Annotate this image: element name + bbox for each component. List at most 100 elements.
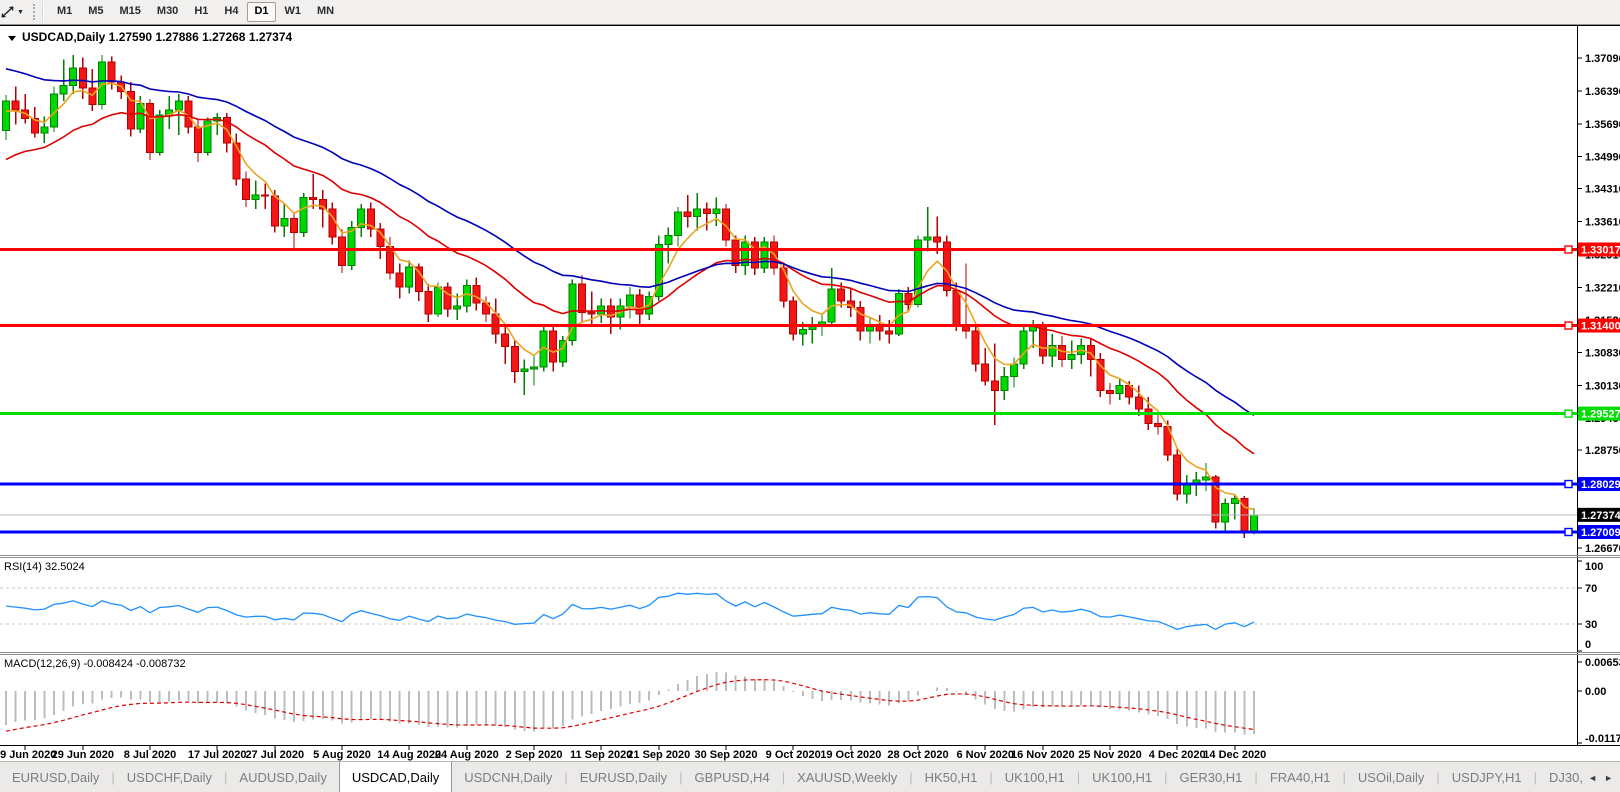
date-tick-label: 16 Nov 2020	[1011, 749, 1075, 761]
chart-tab-xauusd-weekly[interactable]: XAUUSD,Weekly	[785, 762, 909, 792]
date-tick-label: 25 Nov 2020	[1078, 749, 1142, 761]
chart-area[interactable]: 1.37090 1.36390 1.35690 1.34990 1.34310 1.336…	[0, 0, 1620, 761]
date-tick-label: 30 Sep 2020	[695, 749, 758, 761]
timeframe-button-MN[interactable]: MN	[310, 2, 341, 21]
timeframe-button-D1[interactable]: D1	[247, 2, 276, 22]
diagonal-arrow-icon[interactable]	[1, 4, 16, 20]
candle	[98, 55, 106, 110]
date-tick-label: 28 Oct 2020	[887, 749, 948, 761]
chart-title: USDCAD,Daily 1.27590 1.27886 1.27268 1.2…	[8, 30, 293, 44]
macd-axis-label: 0.00	[1585, 686, 1606, 698]
svg-text:1.27374: 1.27374	[1581, 510, 1620, 522]
dropdown-caret-icon[interactable]: ▼	[17, 9, 24, 16]
svg-text:1.27009: 1.27009	[1581, 527, 1620, 539]
candle	[1096, 352, 1105, 398]
line-anchor-marker[interactable]	[1564, 245, 1573, 254]
date-tick-label: 19 Oct 2020	[820, 749, 881, 761]
chart-tab-hk50-h1[interactable]: HK50,H1	[913, 762, 990, 792]
date-tick-label: 24 Aug 2020	[435, 749, 499, 761]
hline-price-label: 1.33017	[1578, 242, 1620, 257]
rsi-axis-label: 100	[1585, 561, 1603, 573]
timeframe-button-M1[interactable]: M1	[50, 2, 79, 21]
candle	[558, 335, 567, 367]
toolbar-separator	[41, 2, 44, 22]
line-anchor-marker[interactable]	[1564, 409, 1573, 418]
macd-axis-label: 0.006535	[1585, 657, 1620, 669]
chart-tab-uk100-h1[interactable]: UK100,H1	[993, 762, 1077, 792]
price-tick-label: 1.36390	[1585, 86, 1620, 98]
timeframe-button-M30[interactable]: M30	[150, 2, 185, 21]
toolbar-grip[interactable]	[32, 4, 38, 20]
mt4-window: ▼ M1M5M15M30H1H4D1W1MN 1.370901.363901.3…	[0, 0, 1620, 792]
hline-price-label: 1.27009	[1578, 525, 1620, 540]
timeframe-button-M5[interactable]: M5	[81, 2, 110, 21]
date-tick-label: 27 Jul 2020	[245, 749, 304, 761]
price-tick-label: 1.26670	[1585, 543, 1620, 555]
chart-tab-usdcad-daily[interactable]: USDCAD,Daily	[338, 762, 453, 792]
chart-tab-usdjpy-h1[interactable]: USDJPY,H1	[1440, 762, 1534, 792]
date-tick-label: 11 Sep 2020	[570, 749, 632, 761]
chart-tabs: EURUSD,Daily | USDCHF,Daily | AUDUSD,Daily US…	[0, 762, 1584, 792]
hline-price-label: 1.31400	[1578, 318, 1620, 333]
chart-tab-usdcnh-daily[interactable]: USDCNH,Daily	[452, 762, 564, 792]
candle	[203, 117, 212, 156]
hline-price-label: 1.28029	[1578, 477, 1620, 492]
macd-label: MACD(12,26,9) -0.008424 -0.008732	[4, 658, 186, 670]
chart-tab-gbpusd-h4[interactable]: GBPUSD,H4	[683, 762, 782, 792]
candle	[760, 237, 769, 273]
price-tick-label: 1.30130	[1585, 380, 1620, 392]
timeframe-button-M15[interactable]: M15	[113, 2, 148, 21]
price-tick-label: 1.30830	[1585, 347, 1620, 359]
rsi-axis-label: 0	[1585, 639, 1591, 651]
price-tick-label: 1.28750	[1585, 445, 1620, 457]
chart-tab-bar: EURUSD,Daily | USDCHF,Daily | AUDUSD,Daily US…	[0, 761, 1620, 792]
price-tick-label: 1.35690	[1585, 119, 1620, 131]
line-anchor-marker[interactable]	[1564, 479, 1573, 489]
candle	[894, 288, 903, 336]
candle	[1019, 326, 1028, 369]
tab-scroll-left-icon[interactable]: ◄	[1588, 773, 1597, 783]
svg-text:1.31400: 1.31400	[1581, 321, 1620, 333]
date-tick-label: 4 Dec 2020	[1149, 749, 1206, 761]
date-tick-label: 9 Oct 2020	[766, 749, 821, 761]
tab-scroll-buttons: ◄ ►	[1584, 762, 1620, 792]
date-tick-label: 5 Aug 2020	[313, 749, 371, 761]
date-tick-label: 17 Jul 2020	[188, 749, 247, 761]
price-tick-label: 1.37090	[1585, 53, 1620, 65]
date-tick-label: 6 Nov 2020	[956, 749, 1013, 761]
rsi-label: RSI(14) 32.5024	[4, 561, 85, 573]
chart-background	[0, 24, 1620, 761]
price-tick-label: 1.34990	[1585, 152, 1620, 164]
chart-tab-eurusd-daily[interactable]: EURUSD,Daily	[568, 762, 679, 792]
current-price-label: 1.27374	[1578, 507, 1620, 522]
candle	[568, 279, 577, 346]
macd-axis-label: -0.011768	[1585, 733, 1620, 745]
timeframe-button-W1[interactable]: W1	[278, 2, 309, 21]
chart-tab-audusd-daily[interactable]: AUDUSD,Daily	[227, 762, 338, 792]
rsi-axis-label: 30	[1585, 619, 1597, 631]
line-anchor-marker[interactable]	[1564, 527, 1573, 537]
chart-tab-eurusd-daily[interactable]: EURUSD,Daily	[0, 762, 111, 792]
tab-scroll-right-icon[interactable]: ►	[1604, 773, 1613, 783]
candle	[1173, 448, 1182, 501]
chart-tab-usdchf-daily[interactable]: USDCHF,Daily	[115, 762, 224, 792]
chart-tab-dj30-daily[interactable]: DJ30,Daily	[1537, 762, 1584, 792]
candle	[146, 98, 154, 161]
timeframe-button-H4[interactable]: H4	[217, 2, 245, 21]
candle	[971, 324, 980, 372]
timeframe-button-H1[interactable]: H1	[187, 2, 215, 21]
chart-tab-usoil-daily[interactable]: USOil,Daily	[1346, 762, 1436, 792]
chart-tab-fra40-h1[interactable]: FRA40,H1	[1258, 762, 1343, 792]
date-tick-label: 19 Jun 2020	[0, 749, 56, 761]
line-anchor-marker[interactable]	[1564, 321, 1573, 330]
date-tick-label: 14 Dec 2020	[1203, 749, 1266, 761]
date-tick-label: 2 Sep 2020	[506, 749, 563, 761]
rsi-axis-label: 70	[1585, 583, 1597, 595]
chart-tab-uk100-h1[interactable]: UK100,H1	[1080, 762, 1164, 792]
price-tick-label: 1.32210	[1585, 282, 1620, 294]
date-tick-label: 29 Jun 2020	[52, 749, 114, 761]
price-tick-label: 1.34310	[1585, 184, 1620, 196]
date-tick-label: 14 Aug 2020	[377, 749, 441, 761]
price-tick-label: 1.33610	[1585, 217, 1620, 229]
chart-tab-ger30-h1[interactable]: GER30,H1	[1168, 762, 1255, 792]
